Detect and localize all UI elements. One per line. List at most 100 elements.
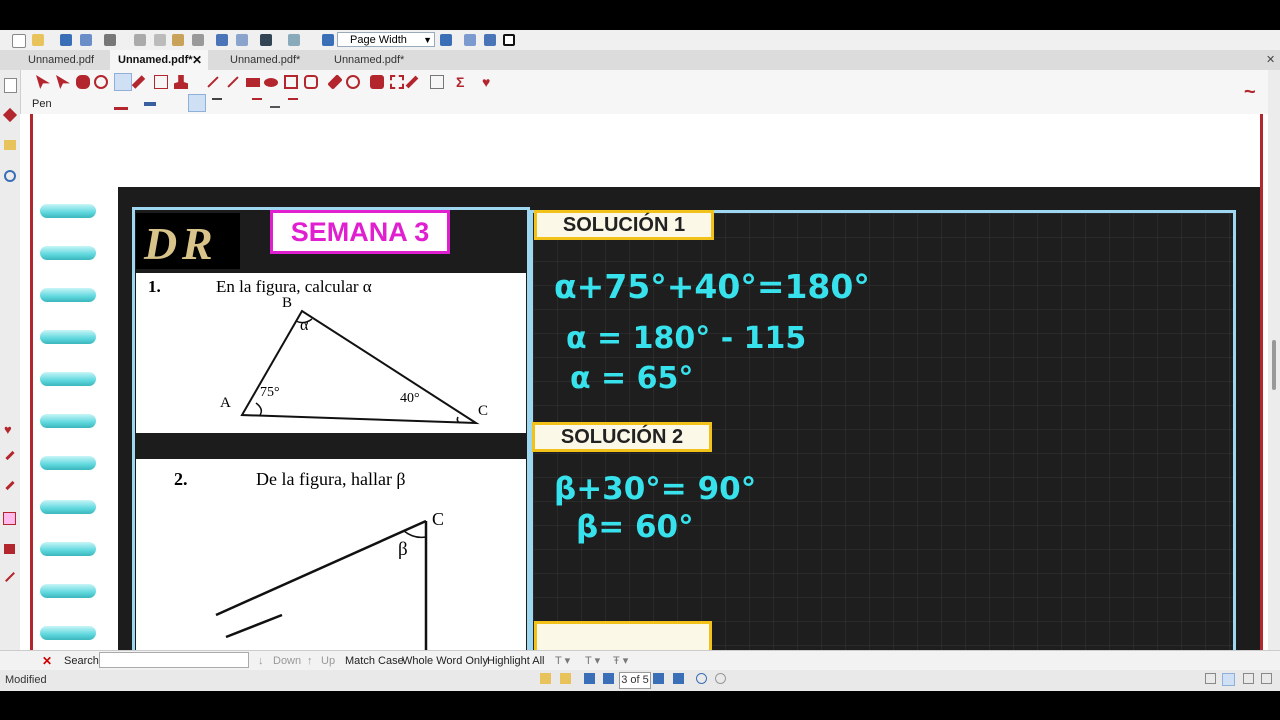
attachments-panel-icon[interactable] <box>4 170 16 182</box>
delete-icon[interactable] <box>192 34 204 46</box>
match-case-toggle[interactable]: Match Case <box>345 654 404 668</box>
lasso-icon[interactable] <box>346 75 360 89</box>
highlighter-icon[interactable] <box>5 480 15 491</box>
highlight-all-toggle[interactable]: Highlight All <box>487 654 544 668</box>
two-page-view-icon[interactable] <box>1243 673 1254 684</box>
image-icon[interactable] <box>3 512 16 525</box>
select-text-icon[interactable] <box>56 75 70 89</box>
print-icon[interactable] <box>104 34 116 46</box>
zoom-icon[interactable] <box>94 75 108 89</box>
save-as-icon[interactable] <box>80 34 92 46</box>
image-icon[interactable] <box>154 75 168 89</box>
zoom-select-value: Page Width <box>350 34 407 46</box>
vertex-c-label: C <box>432 509 445 529</box>
solution-3-title <box>534 621 712 650</box>
folder-panel-icon[interactable] <box>4 140 16 150</box>
solution-1-line-3: α = 65° <box>570 361 694 396</box>
continuous-view-icon[interactable] <box>1222 673 1235 686</box>
back-icon[interactable] <box>696 673 707 684</box>
notebook-board: D R SEMANA 3 1. En la figura, calcular α… <box>118 187 1260 650</box>
annotations-panel-icon[interactable] <box>2 107 18 123</box>
find-icon[interactable] <box>260 34 272 46</box>
select-arrow-icon[interactable] <box>36 75 50 89</box>
go-previous-page-icon[interactable] <box>603 673 614 684</box>
rectangle-tool-icon[interactable] <box>246 78 260 87</box>
go-last-page-icon[interactable] <box>673 673 684 684</box>
paste-icon[interactable] <box>172 34 184 46</box>
text-format-icon[interactable]: T ▾ <box>555 654 570 668</box>
go-next-page-icon[interactable] <box>653 673 664 684</box>
highlighter-icon[interactable] <box>131 75 146 89</box>
text-middle-icon[interactable] <box>270 98 280 108</box>
pen-tool-icon[interactable] <box>114 73 132 91</box>
zoom-in-icon[interactable] <box>440 34 452 46</box>
forward-icon[interactable] <box>715 673 726 684</box>
redo-icon[interactable] <box>236 34 248 46</box>
cloud-tool-icon[interactable] <box>304 75 318 89</box>
pen-icon[interactable] <box>5 450 15 461</box>
stamp-icon[interactable] <box>4 544 15 554</box>
favorite-icon[interactable]: ♥ <box>482 75 496 89</box>
pen-color-picker[interactable] <box>114 98 128 110</box>
eraser-icon[interactable] <box>327 74 343 90</box>
go-first-page-icon[interactable] <box>584 673 595 684</box>
find-up-button[interactable]: Up <box>321 654 335 668</box>
image-insert-icon[interactable] <box>430 75 444 89</box>
stamp-icon[interactable] <box>174 75 188 89</box>
fullscreen-icon[interactable] <box>503 34 515 46</box>
notebook-ring <box>40 542 96 556</box>
crop-icon[interactable] <box>390 75 404 89</box>
sum-icon[interactable]: Σ <box>456 75 470 89</box>
search-input[interactable] <box>99 652 249 668</box>
eyedropper-icon[interactable] <box>405 75 419 89</box>
single-page-view-icon[interactable] <box>1205 673 1216 684</box>
notebook-ring <box>40 330 96 344</box>
right-scrollbar[interactable] <box>1268 70 1280 650</box>
page-setup-icon[interactable] <box>288 34 300 46</box>
tab-document-1[interactable]: Unnamed.pdf <box>20 50 112 70</box>
arrow-icon[interactable] <box>5 572 15 582</box>
favorite-icon[interactable]: ♥ <box>4 422 12 437</box>
undo-icon[interactable] <box>216 34 228 46</box>
new-file-icon[interactable] <box>12 34 26 48</box>
tab-document-4[interactable]: Unnamed.pdf* <box>326 50 426 70</box>
close-icon[interactable]: ✕ <box>192 50 202 70</box>
line-width-picker[interactable] <box>144 102 156 106</box>
arrow-up-icon: ↑ <box>307 655 313 667</box>
open-folder-icon[interactable] <box>32 34 44 46</box>
fit-width-icon[interactable] <box>484 34 496 46</box>
zoom-out-icon[interactable] <box>322 34 334 46</box>
ellipse-tool-icon[interactable] <box>264 78 278 87</box>
text-format-icon[interactable]: Ŧ ▾ <box>613 654 628 668</box>
find-down-button[interactable]: Down <box>273 654 301 668</box>
align-icon[interactable] <box>212 98 222 108</box>
tab-document-2[interactable]: Unnamed.pdf* ✕ <box>110 50 208 70</box>
text-top-icon[interactable] <box>252 98 262 108</box>
two-page-continuous-icon[interactable] <box>1261 673 1272 684</box>
line-tool-icon[interactable] <box>207 76 219 88</box>
fit-page-icon[interactable] <box>464 34 476 46</box>
close-icon[interactable]: ✕ <box>1266 53 1275 66</box>
previous-view-icon[interactable] <box>560 673 571 684</box>
save-icon[interactable] <box>60 34 72 46</box>
text-bottom-icon[interactable] <box>288 98 298 108</box>
page-number-field[interactable]: 3 of 5 <box>619 672 651 689</box>
copy-icon[interactable] <box>154 34 166 46</box>
first-page-icon[interactable] <box>540 673 551 684</box>
hand-icon[interactable] <box>76 75 90 89</box>
close-search-icon[interactable]: ✕ <box>42 654 52 668</box>
smooth-stroke-icon[interactable] <box>188 94 206 112</box>
polygon-tool-icon[interactable] <box>284 75 298 89</box>
tab-document-3[interactable]: Unnamed.pdf* <box>222 50 322 70</box>
whole-word-toggle[interactable]: Whole Word Only <box>402 654 488 668</box>
pages-panel-icon[interactable] <box>4 78 17 93</box>
arrow-tool-icon[interactable] <box>227 76 239 88</box>
zoom-select[interactable]: Page Width ▼ <box>337 32 435 47</box>
text-format-icon[interactable]: T ▾ <box>585 654 600 668</box>
freehand-icon[interactable]: ~ <box>1244 82 1268 102</box>
snapshot-icon[interactable] <box>370 75 384 89</box>
cut-icon[interactable] <box>134 34 146 46</box>
scroll-thumb[interactable] <box>1272 340 1276 390</box>
document-canvas[interactable]: D R SEMANA 3 1. En la figura, calcular α… <box>20 114 1268 650</box>
problem-1-number: 1. <box>148 277 161 296</box>
